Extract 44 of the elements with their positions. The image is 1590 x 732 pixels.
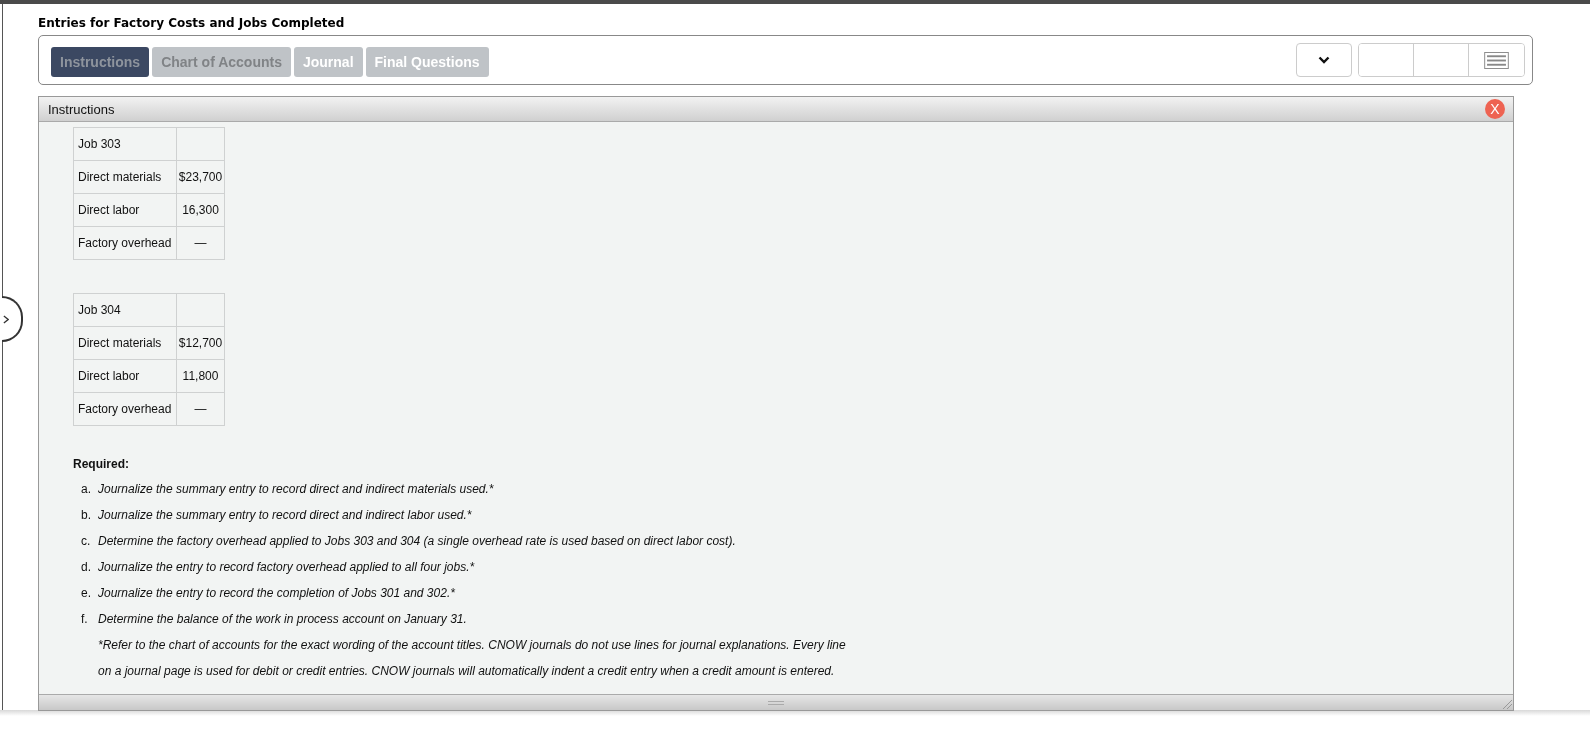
table-cell: $23,700	[176, 160, 225, 194]
list-icon	[1484, 51, 1509, 69]
item-marker: e.	[81, 584, 92, 602]
item-marker: b.	[81, 506, 92, 524]
resize-corner-icon[interactable]	[1502, 699, 1512, 709]
item-marker: f.	[81, 610, 89, 628]
page-title: Entries for Factory Costs and Jobs Completed	[38, 15, 345, 32]
panel-title: Instructions	[48, 101, 115, 117]
tab[interactable]: Journal	[293, 46, 363, 77]
item-marker: c.	[81, 532, 92, 550]
table-cell: Direct labor	[73, 193, 177, 227]
tab[interactable]: Chart of Accounts	[152, 46, 291, 77]
instruction-text: Journalize the entry to record factory overhead applied to all four jobs.*	[98, 558, 475, 576]
item-marker: d.	[81, 558, 92, 576]
chevron-down-icon	[1318, 56, 1330, 64]
table-cell: Direct labor	[73, 359, 177, 393]
tab[interactable]: Instructions	[51, 46, 150, 77]
table-cell: Job 303	[73, 127, 177, 161]
note-text: *Refer to the chart of accounts for the exact wording of the account titles. CNOW journals do not use lines for journal explanations. Every line on a journal page is used for debit or credit entries. CNOW journals will automatically indent a credit entry when a credit amount is entered.	[98, 637, 847, 681]
table-cell	[176, 293, 225, 327]
instruction-text: Journalize the entry to record the completion of Jobs 301 and 302.*	[98, 584, 455, 602]
table-cell: 16,300	[176, 193, 225, 227]
table-cell: $12,700	[176, 326, 225, 360]
instruction-text: Determine the balance of the work in process account on January 31.	[98, 610, 467, 628]
instruction-text: Determine the factory overhead applied to Jobs 303 and 304 (a single overhead rate is used based on direct labor cost).	[98, 532, 736, 550]
grip-icon[interactable]	[768, 700, 784, 705]
table-cell: Factory overhead	[73, 226, 177, 260]
expand-handle[interactable]	[2, 296, 23, 342]
table-cell: —	[176, 226, 225, 260]
chevron-right-icon	[3, 314, 9, 324]
instruction-text: Journalize the summary entry to record direct and indirect labor used.*	[98, 506, 472, 524]
table-cell: Direct materials	[73, 326, 177, 360]
table-cell	[176, 127, 225, 161]
item-marker: a.	[81, 481, 92, 498]
tab[interactable]: Final Questions	[365, 46, 489, 77]
table-cell: Job 304	[73, 293, 177, 327]
table-cell: Factory overhead	[73, 392, 177, 426]
table-cell: Direct materials	[73, 160, 177, 194]
dropdown-button[interactable]	[1296, 43, 1352, 77]
table-cell: 11,800	[176, 359, 225, 393]
close-button[interactable]: X	[1485, 99, 1505, 119]
required-heading: Required:	[73, 456, 129, 473]
instruction-text: Journalize the summary entry to record direct and indirect materials used.*	[98, 481, 494, 498]
table-cell: —	[176, 392, 225, 426]
